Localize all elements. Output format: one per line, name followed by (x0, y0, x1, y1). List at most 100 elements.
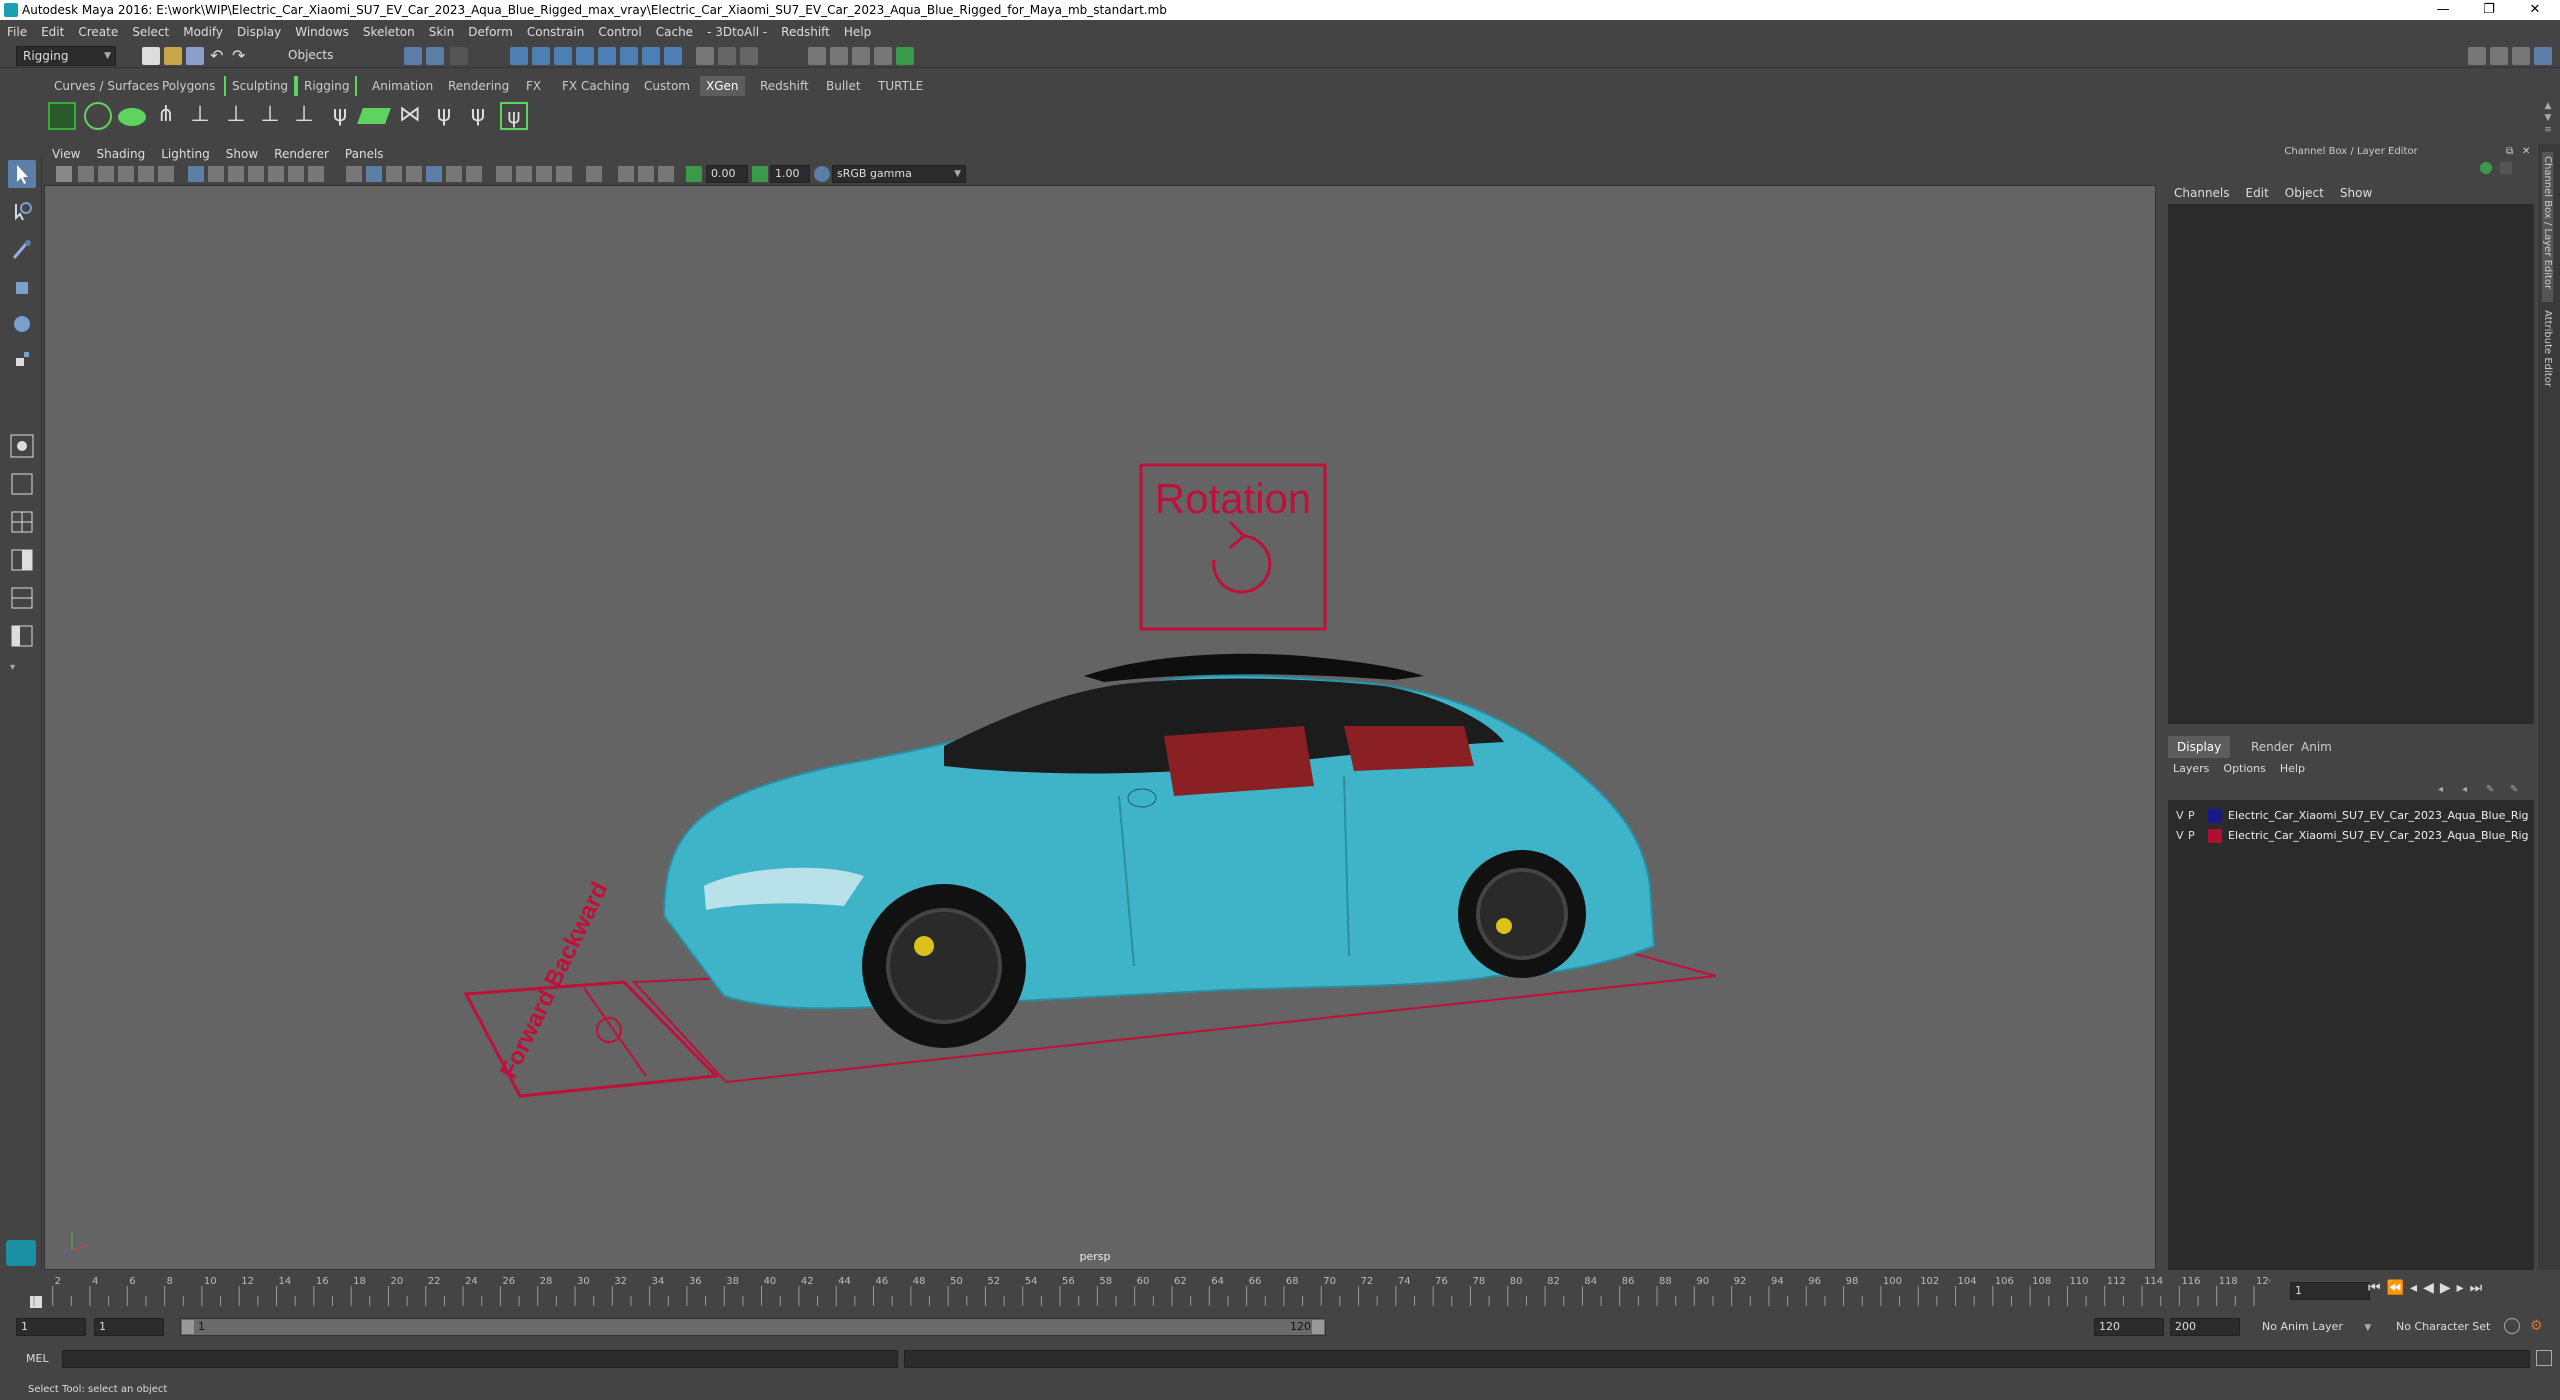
history-icon[interactable] (718, 47, 736, 65)
hik-icon[interactable] (2490, 47, 2508, 65)
vp-menu-shading[interactable]: Shading (88, 144, 153, 164)
gamma-icon[interactable] (752, 166, 768, 182)
xgen-add-guide-icon[interactable]: ⊥ (222, 102, 250, 130)
current-frame-field[interactable]: 1 (2290, 1282, 2370, 1300)
hypershade-icon[interactable] (896, 47, 914, 65)
new-layer-selected-icon[interactable]: ✎ (2510, 784, 2524, 798)
modeling-toolkit-icon[interactable] (2468, 47, 2486, 65)
use-all-lights-icon[interactable] (446, 166, 462, 182)
anti-aliasing-icon[interactable] (536, 166, 552, 182)
menu-modify[interactable]: Modify (176, 22, 230, 42)
shelf-tab-turtle[interactable]: TURTLE (872, 76, 929, 96)
menu-redshift[interactable]: Redshift (774, 22, 837, 42)
menu-edit[interactable]: Edit (34, 22, 71, 42)
maya-home-icon[interactable] (6, 1240, 36, 1266)
panel-float-icon[interactable]: ⧉ (2506, 146, 2513, 157)
safe-action-icon[interactable] (288, 166, 304, 182)
shelf-tab-xgen[interactable]: XGen (700, 76, 745, 96)
new-scene-icon[interactable] (142, 47, 160, 65)
select-hierarchy-icon[interactable] (404, 47, 422, 65)
show-manipulator-tool-icon[interactable] (8, 432, 36, 460)
layer-color-swatch[interactable] (2208, 809, 2222, 823)
snap-point-icon[interactable] (554, 47, 572, 65)
scale-tool-icon[interactable] (8, 346, 36, 374)
shelf-tab-redshift[interactable]: Redshift (754, 76, 815, 96)
shadows-icon[interactable] (466, 166, 482, 182)
layout-single-perspective-icon[interactable] (8, 470, 36, 498)
lasso-tool-icon[interactable] (8, 198, 36, 226)
minimize-button[interactable]: — (2420, 0, 2466, 20)
move-layer-up-icon[interactable]: ◂ (2438, 784, 2452, 798)
playback-end-field[interactable]: 120 (2094, 1318, 2164, 1336)
step-forward-frame-icon[interactable]: ▸ (2457, 1280, 2470, 1296)
shelf-tab-bullet[interactable]: Bullet (820, 76, 867, 96)
field-chart-icon[interactable] (268, 166, 284, 182)
layer-visibility-toggle[interactable]: V (2176, 826, 2184, 846)
menuset-dropdown[interactable]: Rigging ▼ (16, 46, 116, 66)
close-button[interactable]: ✕ (2512, 0, 2558, 20)
menu-skeleton[interactable]: Skeleton (356, 22, 422, 42)
animation-prefs-icon[interactable]: ⚙ (2530, 1318, 2546, 1334)
menu-control[interactable]: Control (591, 22, 648, 42)
range-slider[interactable] (180, 1318, 1326, 1336)
channel-box-body[interactable] (2168, 204, 2534, 724)
exposure-field[interactable]: 0.00 (706, 165, 748, 183)
layer-color-swatch[interactable] (2208, 829, 2222, 843)
resolution-gate-icon[interactable] (228, 166, 244, 182)
layer-row[interactable]: V P Electric_Car_Xiaomi_SU7_EV_Car_2023_… (2168, 826, 2534, 846)
undo-icon[interactable]: ↶ (210, 47, 228, 65)
view-transform-dropdown[interactable]: sRGB gamma ▼ (832, 165, 966, 183)
auto-key-icon[interactable] (2504, 1318, 2520, 1334)
bookmark-icon[interactable] (98, 166, 114, 182)
car-model[interactable] (662, 653, 1656, 1048)
new-layer-icon[interactable]: ✎ (2486, 784, 2500, 798)
render-view-icon[interactable] (808, 47, 826, 65)
play-backward-icon[interactable]: ◀ (2423, 1280, 2440, 1296)
vp-menu-view[interactable]: View (44, 144, 88, 164)
vp-menu-renderer[interactable]: Renderer (266, 144, 337, 164)
layer-visibility-toggle[interactable]: V (2176, 806, 2184, 826)
backface-culling-icon[interactable] (658, 166, 674, 182)
shelf-scroll-arrows[interactable]: ▲ ▼ ≡ (2540, 100, 2556, 136)
end-time-field[interactable]: 200 (2170, 1318, 2240, 1336)
selection-mode-dropdown[interactable]: Objects (282, 46, 378, 66)
play-forward-icon[interactable]: ▶ (2440, 1280, 2457, 1296)
toolbox-expand-arrow[interactable]: ▾ (10, 662, 15, 673)
grease-pencil-icon[interactable] (158, 166, 174, 182)
snap-live-icon[interactable] (642, 47, 660, 65)
go-to-start-icon[interactable]: ⏮ (2368, 1280, 2387, 1296)
xray-icon[interactable] (406, 166, 422, 182)
motion-blur-icon[interactable] (516, 166, 532, 182)
xray-joints-icon[interactable] (618, 166, 634, 182)
depth-of-field-icon[interactable] (556, 166, 572, 182)
select-object-icon[interactable] (426, 47, 444, 65)
shelf-tab-fx-caching[interactable]: FX Caching (556, 76, 635, 96)
range-start-handle[interactable] (182, 1320, 194, 1334)
xgen-cut-icon[interactable]: ψ (464, 102, 492, 130)
render-settings-icon[interactable] (874, 47, 892, 65)
character-set-dropdown[interactable]: No Character Set (2396, 1320, 2490, 1333)
menu-select[interactable]: Select (125, 22, 176, 42)
menu-constrain[interactable]: Constrain (520, 22, 592, 42)
xray-active-icon[interactable] (638, 166, 654, 182)
cb-menu-edit[interactable]: Edit (2238, 182, 2277, 204)
wireframe-icon[interactable] (346, 166, 362, 182)
panel-close-icon[interactable]: ✕ (2522, 146, 2530, 157)
shelf-tab-curves-surfaces[interactable]: Curves / Surfaces (48, 76, 165, 96)
layout-four-panes-icon[interactable] (8, 508, 36, 536)
menu-deform[interactable]: Deform (461, 22, 520, 42)
xgen-create-description-icon[interactable] (84, 102, 112, 130)
command-language-label[interactable]: MEL (26, 1352, 49, 1365)
anim-layer-dropdown[interactable]: No Anim Layer ▼ (2262, 1320, 2371, 1333)
shelf-tab-animation[interactable]: Animation (366, 76, 439, 96)
layer-playback-toggle[interactable]: P (2188, 826, 2195, 846)
snap-pivot-icon[interactable] (664, 47, 682, 65)
snap-curve-icon[interactable] (532, 47, 550, 65)
xgen-preview-icon[interactable]: ψ (500, 102, 528, 130)
menu-help[interactable]: Help (837, 22, 878, 42)
menu-cache[interactable]: Cache (649, 22, 700, 42)
snap-grid-icon[interactable] (510, 47, 528, 65)
script-editor-icon[interactable] (2536, 1350, 2552, 1366)
xgen-noise-icon[interactable]: ψ (430, 102, 458, 130)
channel-box-mode-icon[interactable] (2480, 162, 2492, 174)
